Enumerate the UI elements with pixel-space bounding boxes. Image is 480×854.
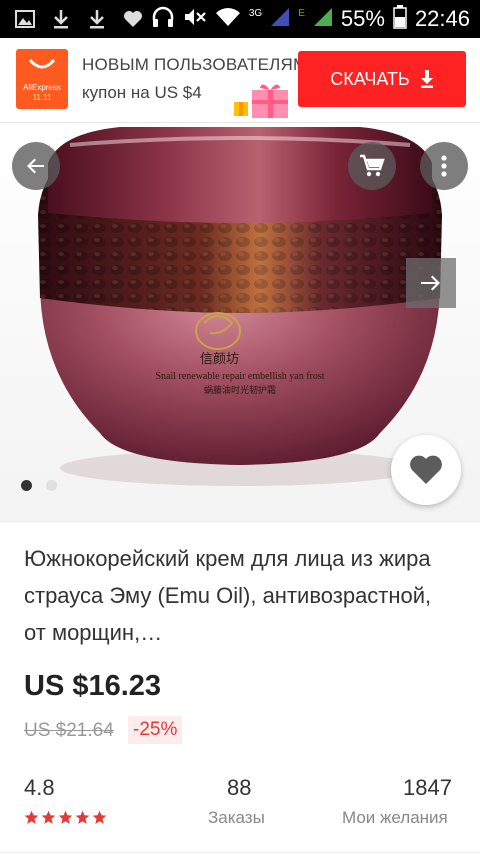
wishes-label: Мои желания — [342, 808, 448, 827]
signal-icon — [270, 7, 290, 32]
gift-icon — [234, 84, 288, 118]
heart-icon — [122, 8, 144, 30]
discount-badge: -25% — [128, 716, 183, 744]
gallery-icon — [14, 8, 36, 30]
add-to-wishlist-button[interactable] — [391, 435, 461, 505]
promo-banner[interactable]: AliExpress 11.11 НОВЫМ ПОЛЬЗОВАТЕЛЯМ куп… — [0, 38, 480, 123]
download-arrow-icon — [420, 70, 433, 88]
orders-count: 88 — [227, 775, 252, 800]
cart-button[interactable] — [348, 142, 396, 190]
smile-icon — [28, 58, 56, 69]
carousel-dot[interactable] — [46, 480, 57, 491]
download-icon — [86, 8, 108, 30]
star-icon — [41, 810, 56, 824]
svg-text:Snail renewable repair embelli: Snail renewable repair embellish yan fro… — [155, 371, 324, 382]
aliexpress-logo: AliExpress 11.11 — [16, 49, 68, 109]
original-price: US $21.64 — [24, 720, 114, 741]
arrow-left-icon — [27, 158, 44, 174]
headset-icon — [151, 6, 175, 33]
network-3g-label: 3G — [248, 7, 263, 19]
clock: 22:46 — [414, 6, 470, 31]
star-icon — [75, 810, 90, 824]
star-icon — [92, 810, 107, 824]
product-image-carousel[interactable]: 信颜坊 Snail renewable repair embellish yan… — [0, 123, 480, 523]
orders-label: Заказы — [208, 808, 265, 827]
heart-icon — [410, 455, 442, 484]
signal-icon — [313, 7, 333, 32]
logo-brand: AliExpress — [23, 83, 61, 92]
product-price: US $16.23 — [24, 670, 162, 702]
wifi-icon — [215, 7, 241, 32]
promo-headline: НОВЫМ ПОЛЬЗОВАТЕЛЯМ — [82, 55, 308, 74]
mute-icon — [183, 7, 207, 32]
carousel-dot-active[interactable] — [21, 480, 32, 491]
network-e-label: E — [298, 7, 305, 19]
download-app-button[interactable]: СКАЧАТЬ — [298, 51, 466, 107]
status-bar: 3G E 55% 22:46 — [0, 0, 480, 38]
divider — [0, 852, 480, 853]
more-vertical-icon — [441, 155, 447, 177]
download-icon — [50, 8, 72, 30]
download-label: СКАЧАТЬ — [330, 68, 410, 89]
svg-text:信颜坊: 信颜坊 — [200, 351, 239, 367]
rating-value: 4.8 — [24, 775, 55, 800]
svg-text:蜗藤油时光韧护霜: 蜗藤油时光韧护霜 — [204, 384, 276, 396]
promo-coupon-text: купон на US $4 — [82, 83, 202, 102]
next-image-button[interactable] — [406, 258, 456, 308]
product-stats: 4.8 88 Заказы 1847 Мои желания — [0, 770, 480, 840]
back-button[interactable] — [12, 142, 60, 190]
more-options-button[interactable] — [420, 142, 468, 190]
wishes-count: 1847 — [403, 775, 452, 800]
battery-percent: 55% — [340, 6, 385, 31]
rating-stars[interactable] — [24, 810, 107, 825]
logo-sale: 11.11 — [32, 93, 52, 102]
battery-icon — [393, 4, 407, 34]
cart-icon — [360, 154, 385, 177]
carousel-indicator — [21, 480, 57, 491]
product-title: Южнокорейский крем для лица из жира стра… — [24, 546, 432, 645]
star-icon — [58, 810, 73, 824]
star-icon — [24, 810, 39, 824]
arrow-right-icon — [421, 275, 440, 291]
